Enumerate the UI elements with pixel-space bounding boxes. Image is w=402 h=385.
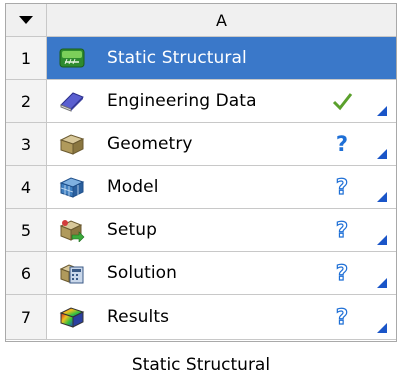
row-number: 6 bbox=[6, 252, 47, 295]
refresh-question-icon: ? bbox=[335, 261, 348, 285]
cell-label: Solution bbox=[107, 263, 178, 283]
corner-triangle-icon bbox=[377, 106, 387, 116]
cell-model[interactable]: 4 Model ? bbox=[6, 166, 396, 209]
corner-triangle-icon bbox=[377, 192, 387, 202]
row-number: 7 bbox=[6, 295, 47, 340]
model-icon bbox=[59, 177, 85, 198]
cell-label: Static Structural bbox=[107, 48, 247, 68]
check-icon bbox=[332, 93, 353, 111]
row-number: 4 bbox=[6, 166, 47, 209]
refresh-question-icon: ? bbox=[335, 218, 348, 242]
cell-label: Setup bbox=[107, 220, 157, 240]
static-structural-icon bbox=[59, 48, 85, 68]
cell-label: Model bbox=[107, 177, 159, 197]
setup-icon bbox=[59, 220, 85, 242]
analysis-system-block: A 1 Static Structural 2 Engineering Data… bbox=[5, 3, 397, 342]
row-number: 3 bbox=[6, 123, 47, 166]
cell-setup[interactable]: 5 Setup ? bbox=[6, 209, 396, 252]
engineering-data-icon bbox=[60, 92, 84, 112]
row-number: 2 bbox=[6, 80, 47, 123]
svg-text:?: ? bbox=[336, 132, 348, 156]
corner-triangle-icon bbox=[377, 149, 387, 159]
system-menu-button[interactable] bbox=[6, 4, 47, 37]
cell-label: Geometry bbox=[107, 134, 193, 154]
system-name-label[interactable]: Static Structural bbox=[0, 355, 402, 375]
header-row: A bbox=[6, 4, 396, 37]
svg-text:?: ? bbox=[336, 218, 348, 242]
cell-geometry[interactable]: 3 Geometry ? bbox=[6, 123, 396, 166]
svg-text:?: ? bbox=[336, 305, 348, 329]
corner-triangle-icon bbox=[377, 235, 387, 245]
cell-label: Results bbox=[107, 307, 170, 327]
cell-label: Engineering Data bbox=[107, 91, 257, 111]
geometry-icon bbox=[59, 134, 85, 155]
cell-engineering-data[interactable]: 2 Engineering Data bbox=[6, 80, 396, 123]
corner-triangle-icon bbox=[377, 323, 387, 333]
solution-icon bbox=[59, 264, 84, 284]
column-header: A bbox=[47, 4, 396, 37]
cell-results[interactable]: 7 Results ? bbox=[6, 295, 396, 340]
row-number: 1 bbox=[6, 37, 47, 80]
column-header-label: A bbox=[216, 10, 227, 30]
cell-solution[interactable]: 6 Solution ? bbox=[6, 252, 396, 295]
row-number: 5 bbox=[6, 209, 47, 252]
question-mark-icon: ? bbox=[336, 132, 348, 156]
triangle-down-icon bbox=[19, 16, 33, 24]
corner-triangle-icon bbox=[377, 278, 387, 288]
svg-text:?: ? bbox=[336, 175, 348, 199]
results-icon bbox=[59, 307, 85, 328]
refresh-question-icon: ? bbox=[335, 305, 348, 329]
refresh-question-icon: ? bbox=[335, 175, 348, 199]
cell-static-structural[interactable]: 1 Static Structural bbox=[6, 37, 396, 80]
svg-text:?: ? bbox=[336, 261, 348, 285]
